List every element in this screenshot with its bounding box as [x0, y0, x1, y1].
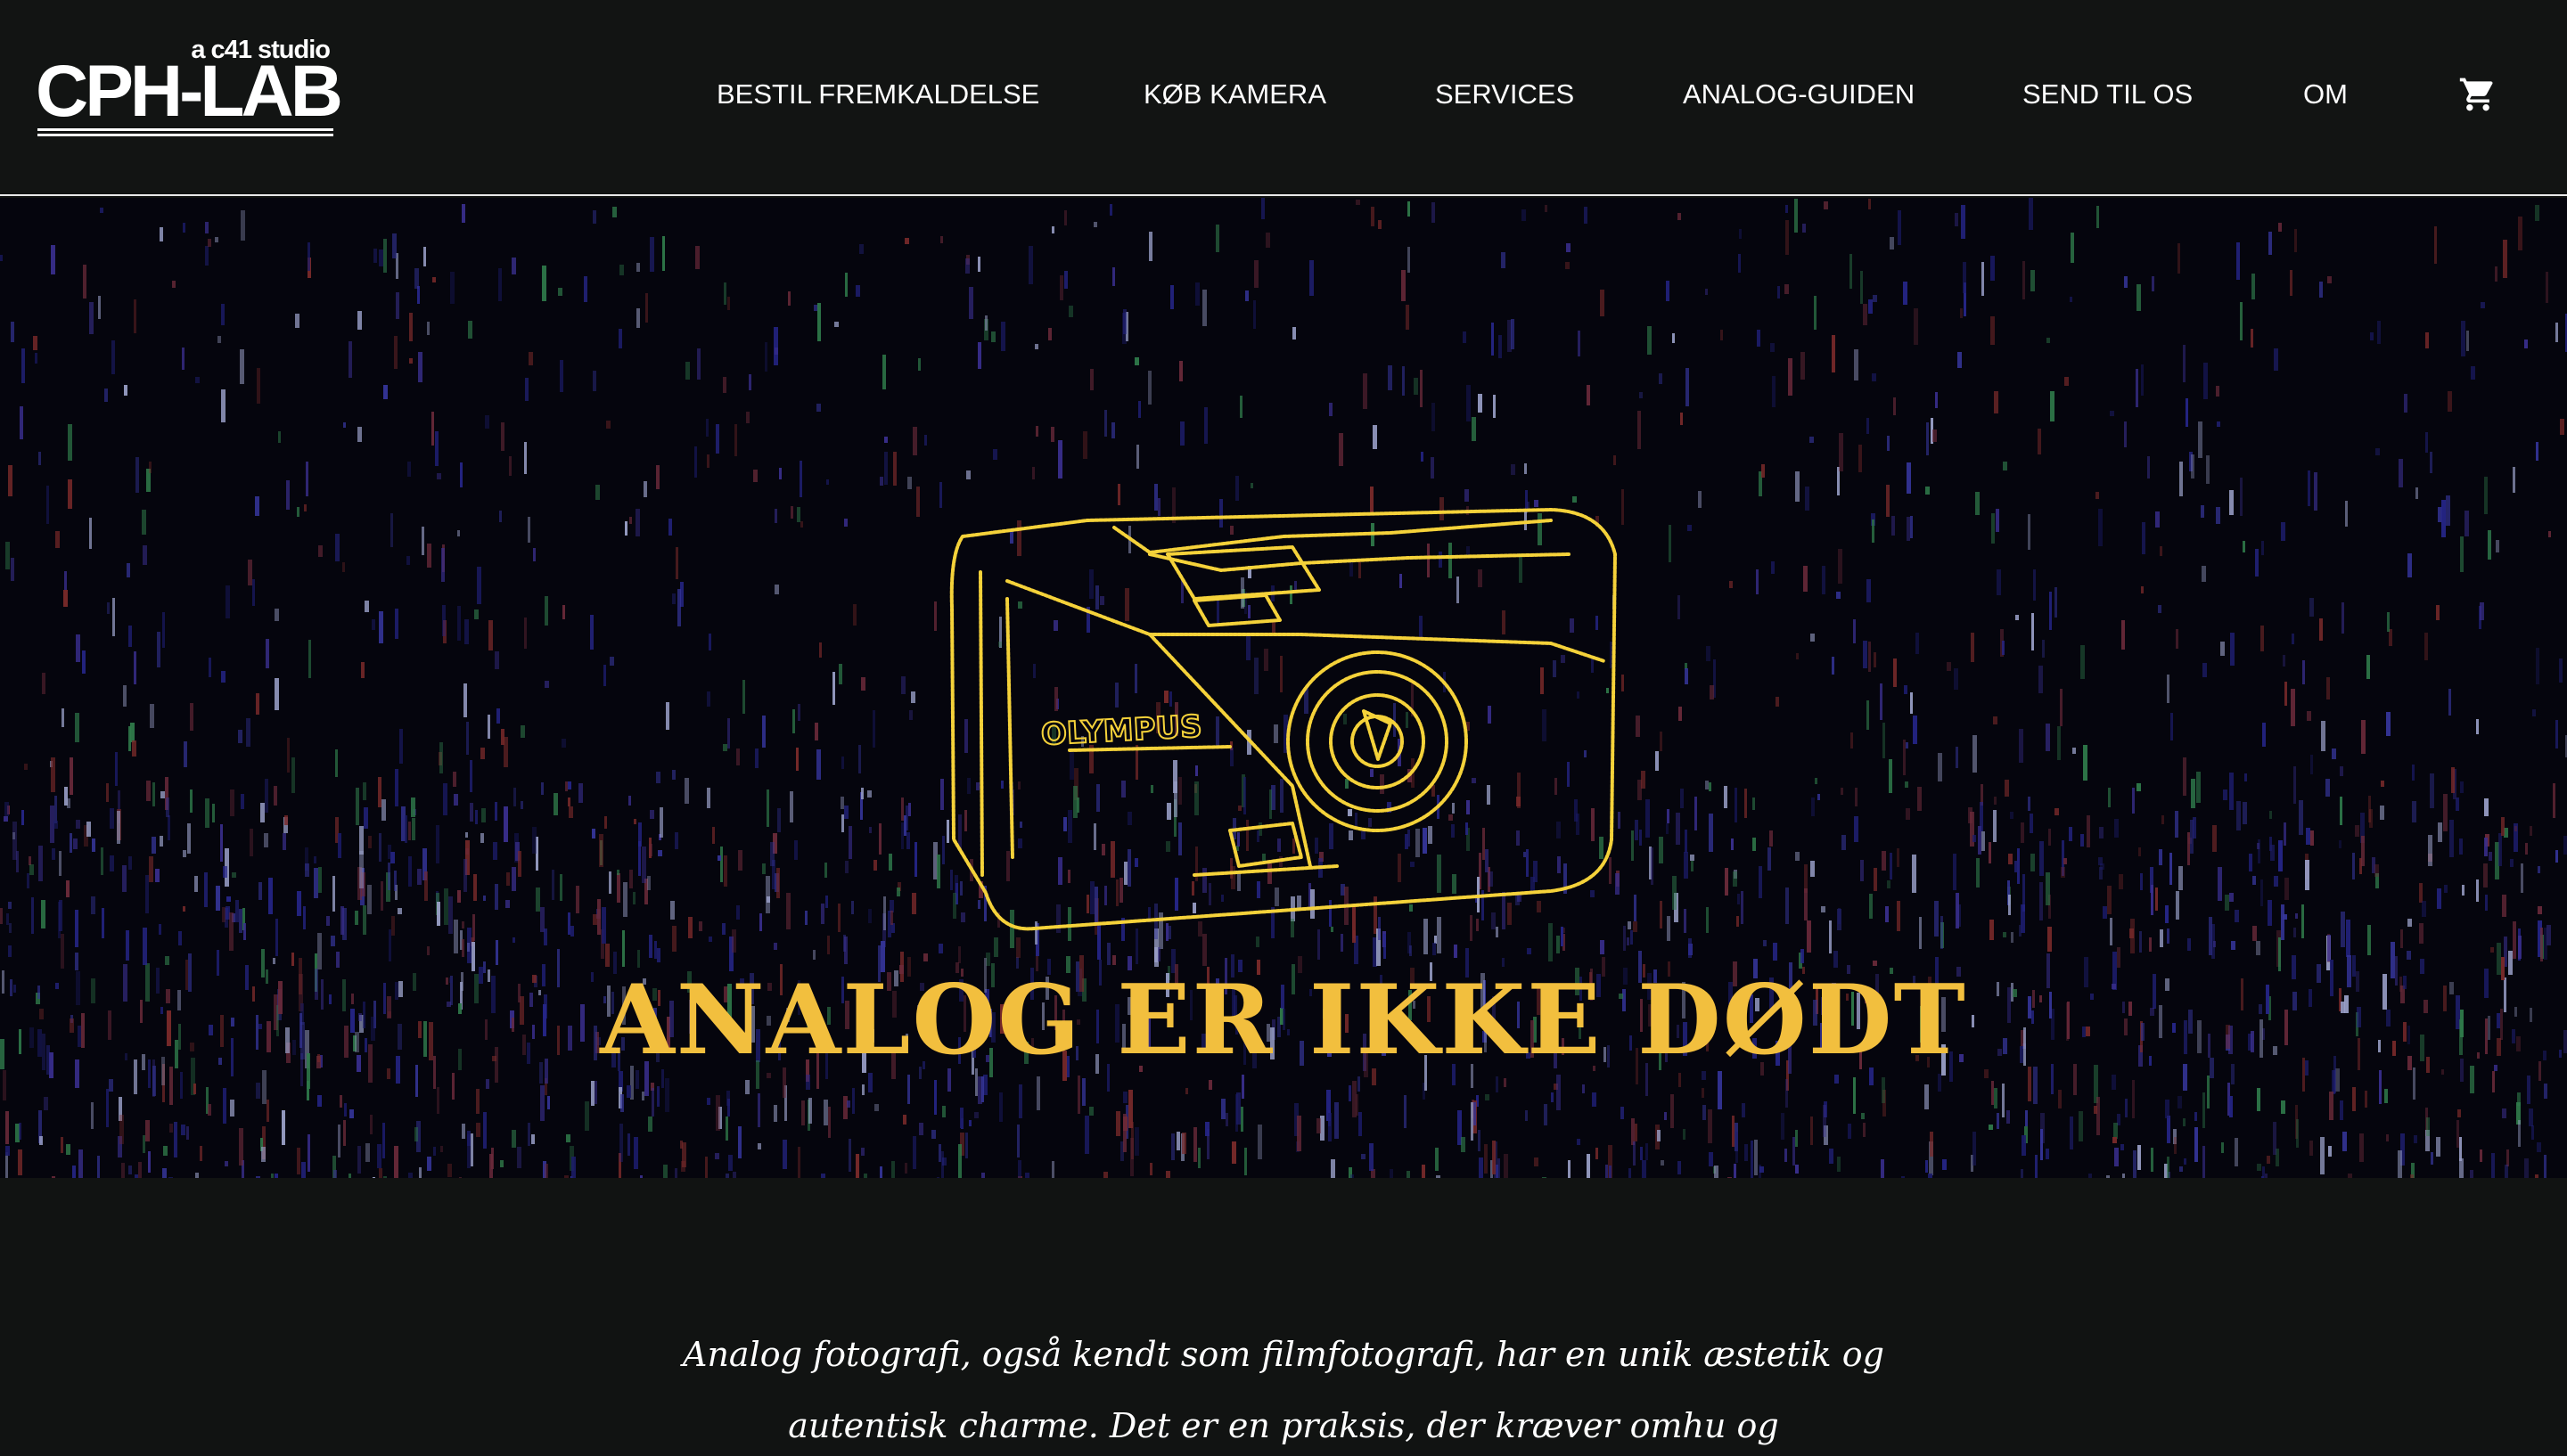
nav-item-analog-guiden[interactable]: ANALOG-GUIDEN	[1683, 75, 1915, 114]
hero-title: ANALOG ER IKKE DØDT	[600, 964, 1967, 1076]
site-header: a c41 studio CPH-LAB BESTIL FREMKALDELSE…	[0, 0, 2567, 196]
intro-line-2: autentisk charme. Det er en praksis, der…	[788, 1406, 1779, 1445]
nav-item-services[interactable]: SERVICES	[1435, 75, 1574, 114]
nav-item-send-til-os[interactable]: SEND TIL OS	[2022, 75, 2193, 114]
shopping-cart-icon[interactable]	[2458, 75, 2497, 114]
olympus-camera-illustration: OLYMPUS	[949, 508, 1617, 931]
nav-item-bestil-fremkaldelse[interactable]: BESTIL FREMKALDELSE	[717, 75, 1039, 114]
nav-item-koeb-kamera[interactable]: KØB KAMERA	[1144, 75, 1326, 114]
intro-line-1: Analog fotografi, også kendt som filmfot…	[683, 1335, 1884, 1374]
logo-underline	[37, 128, 333, 139]
hero-banner: OLYMPUS ANALOG ER IKKE DØDT	[0, 198, 2567, 1178]
main-navigation: BESTIL FREMKALDELSE KØB KAMERA SERVICES …	[0, 75, 2567, 114]
nav-item-om[interactable]: OM	[2303, 75, 2348, 114]
intro-text: Analog fotografi, også kendt som filmfot…	[624, 1319, 1943, 1456]
